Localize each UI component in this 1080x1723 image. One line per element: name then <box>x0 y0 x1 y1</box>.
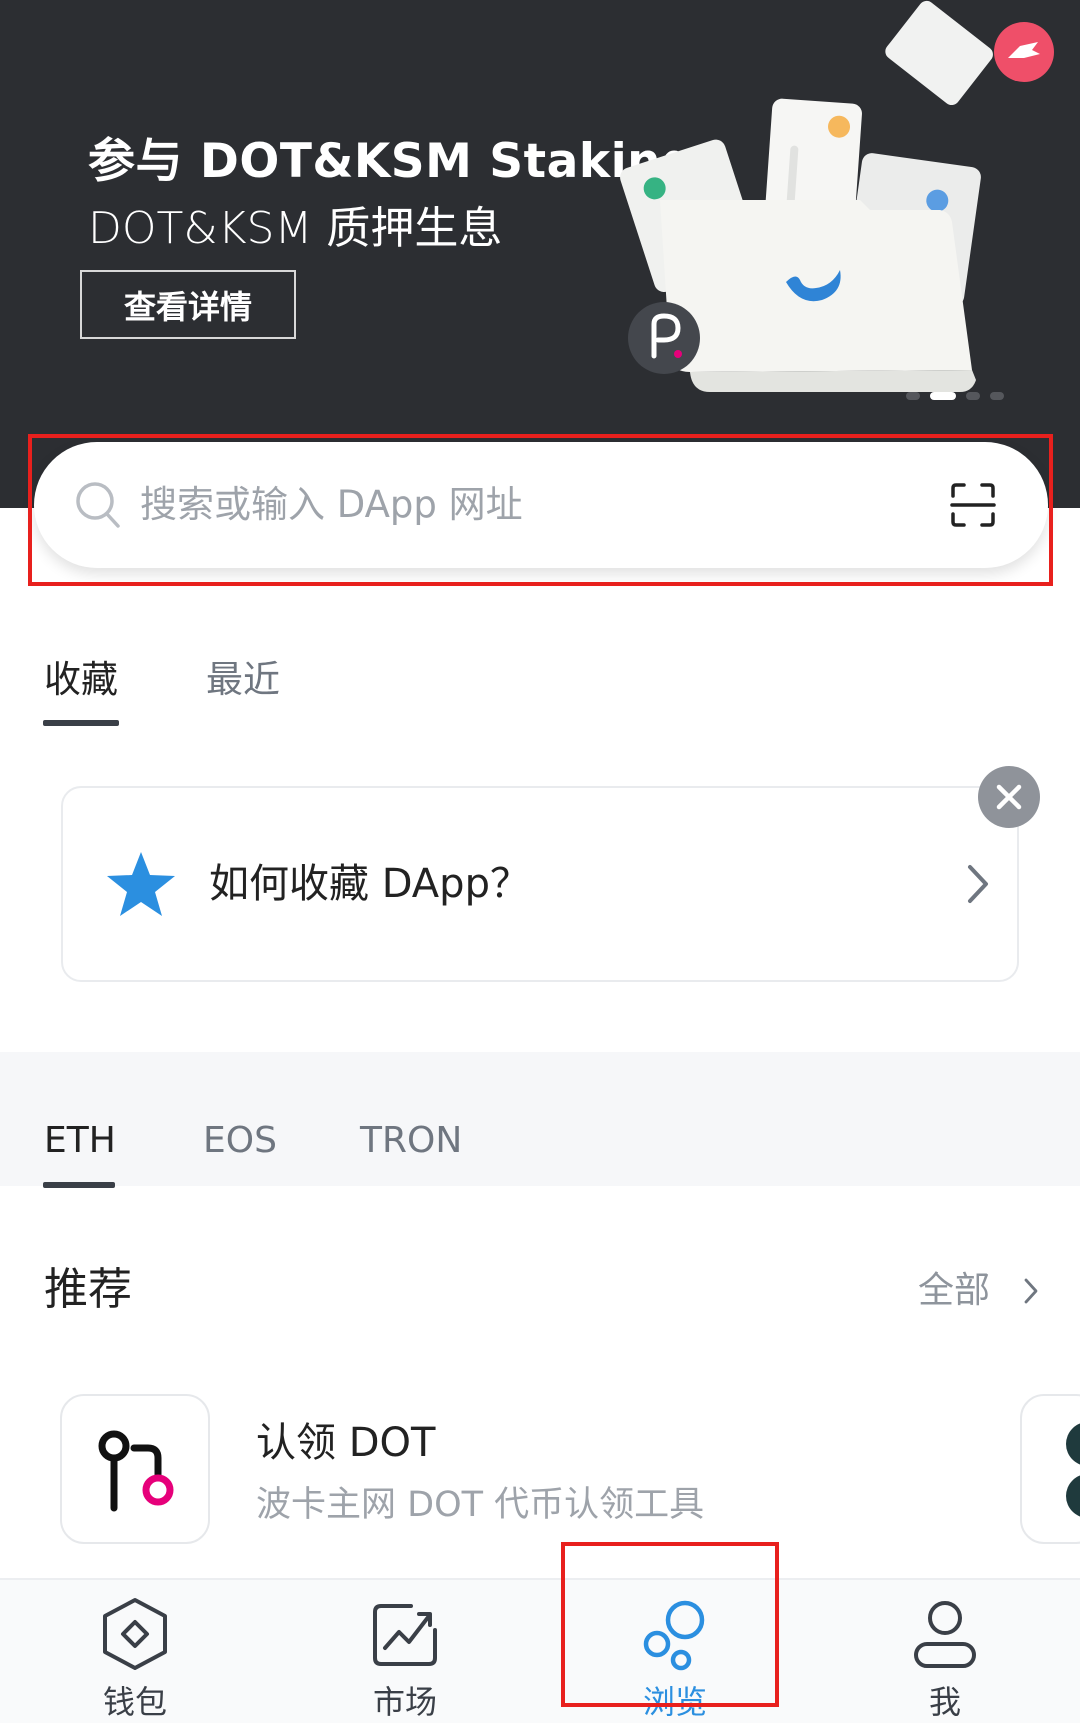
chevron-right-icon <box>1024 1278 1038 1304</box>
dapp-description: 波卡主网 DOT 代币认领工具 <box>256 1485 705 1525</box>
view-all-link[interactable]: 全部 <box>918 1266 990 1316</box>
profile-icon <box>914 1601 976 1668</box>
nav-label: 钱包 <box>102 1683 167 1721</box>
dapp-logo <box>60 1394 210 1544</box>
nav-wallet[interactable]: 钱包 <box>0 1580 270 1723</box>
dapp-list-item[interactable]: 认领 DOT 波卡主网 DOT 代币认领工具 <box>60 1394 980 1544</box>
claim-dot-icon <box>98 1430 174 1512</box>
banner-pagination <box>906 392 1004 400</box>
search-highlight-box <box>28 434 1053 586</box>
market-icon <box>373 1604 437 1666</box>
how-to-favorite-text: 如何收藏 DApp？ <box>209 861 530 907</box>
favorites-tabs: 收藏 最近 <box>0 650 1080 730</box>
banner-dot <box>906 392 920 400</box>
promo-banner[interactable]: 参与 DOT&KSM Staking DOT&KSM 质押生息 查看详情 <box>0 0 1080 508</box>
tab-recent[interactable]: 最近 <box>206 650 280 710</box>
banner-illustration <box>620 0 1054 392</box>
chain-tabs: ETH EOS TRON <box>0 1052 1080 1186</box>
dapp-logo-partial <box>1066 1423 1080 1517</box>
nav-label: 市场 <box>372 1683 437 1721</box>
tab-favorites[interactable]: 收藏 <box>44 650 118 710</box>
recommend-title: 推荐 <box>44 1264 132 1315</box>
wallet-icon <box>103 1598 167 1670</box>
tab-eos[interactable]: EOS <box>203 1116 277 1166</box>
star-icon <box>107 852 175 916</box>
nav-profile[interactable]: 我 <box>810 1580 1080 1723</box>
banner-dot-active <box>930 392 956 400</box>
tab-eth[interactable]: ETH <box>44 1116 116 1166</box>
active-chain-indicator <box>43 1182 115 1188</box>
banner-dot <box>966 392 980 400</box>
dapp-name: 认领 DOT <box>256 1420 436 1466</box>
tab-tron[interactable]: TRON <box>360 1116 462 1166</box>
how-to-favorite-card[interactable]: 如何收藏 DApp？ <box>61 786 1019 982</box>
dapp-list-item-next[interactable] <box>1020 1394 1080 1544</box>
chevron-right-icon <box>968 865 988 903</box>
close-icon <box>996 784 1022 810</box>
nav-label: 我 <box>928 1683 961 1721</box>
active-tab-indicator <box>43 720 119 726</box>
banner-subtitle: DOT&KSM 质押生息 <box>88 203 503 254</box>
browse-highlight-box <box>561 1542 779 1707</box>
banner-details-button[interactable]: 查看详情 <box>80 270 296 339</box>
close-card-button[interactable] <box>978 766 1040 828</box>
banner-dot <box>990 392 1004 400</box>
nav-market[interactable]: 市场 <box>270 1580 540 1723</box>
bottom-navigation: 钱包 市场 浏览 我 <box>0 1578 1080 1723</box>
